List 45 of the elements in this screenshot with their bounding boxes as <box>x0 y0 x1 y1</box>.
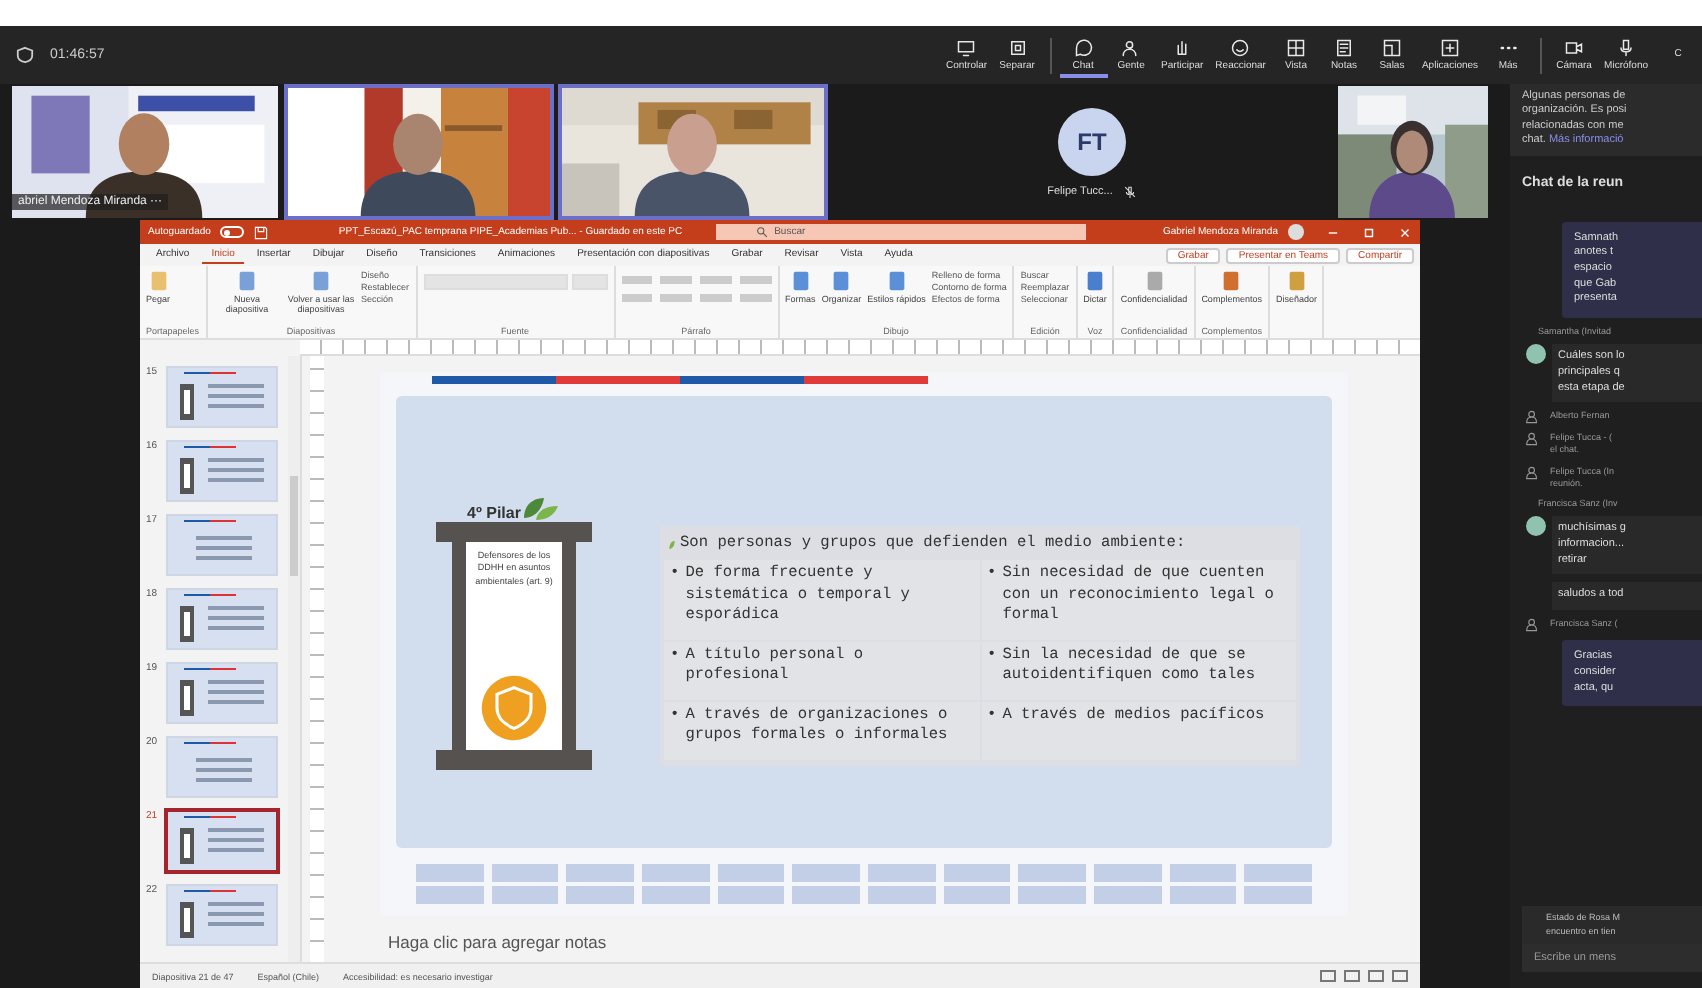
people-icon <box>1121 37 1142 57</box>
document-icon <box>310 270 333 292</box>
avatar-icon <box>1526 516 1546 537</box>
document-icon <box>1084 270 1107 292</box>
view-buttons-drawing[interactable] <box>1320 970 1408 982</box>
shield-icon <box>480 674 548 742</box>
close-icon[interactable] <box>1398 225 1412 239</box>
user-avatar <box>1288 224 1304 240</box>
slide-thumbnail[interactable] <box>166 810 278 872</box>
document-icon <box>147 270 169 292</box>
document-icon <box>1285 270 1308 292</box>
document-icon <box>830 270 853 292</box>
font-field[interactable] <box>423 274 568 290</box>
microphone-icon <box>1616 37 1637 57</box>
notes-icon <box>1333 37 1354 57</box>
leaf-icon <box>668 537 676 552</box>
people-icon <box>1526 432 1540 447</box>
document-icon <box>885 270 908 292</box>
save-icon[interactable] <box>254 225 269 239</box>
leaves-icon <box>520 494 561 522</box>
screen-icon <box>956 37 977 57</box>
people-icon <box>1526 410 1540 425</box>
window-icon <box>1007 37 1028 57</box>
participant-avatar: FT <box>1058 107 1126 175</box>
grid-icon <box>1285 37 1306 57</box>
search-icon <box>756 226 769 238</box>
document-icon <box>236 270 259 292</box>
autosave-toggle[interactable] <box>220 226 245 238</box>
people-icon <box>1526 465 1540 480</box>
font-size-field[interactable] <box>571 274 608 290</box>
scrollbar[interactable] <box>288 356 300 962</box>
document-icon <box>1143 270 1166 292</box>
notes-field[interactable]: Haga clic para agregar notas <box>380 916 1348 962</box>
plus-icon <box>1440 37 1460 57</box>
document-icon <box>789 270 812 292</box>
avatar-icon <box>1526 344 1546 365</box>
chat-icon <box>1073 37 1094 57</box>
document-icon <box>1220 270 1243 292</box>
pillar-title: 4º Pilar <box>467 504 521 522</box>
camera-icon <box>1564 37 1585 57</box>
people-icon <box>1526 618 1540 633</box>
maximize-icon[interactable] <box>1362 225 1376 239</box>
smiley-icon <box>1230 37 1251 57</box>
shield-icon <box>16 46 34 64</box>
window-icon <box>1381 37 1402 57</box>
